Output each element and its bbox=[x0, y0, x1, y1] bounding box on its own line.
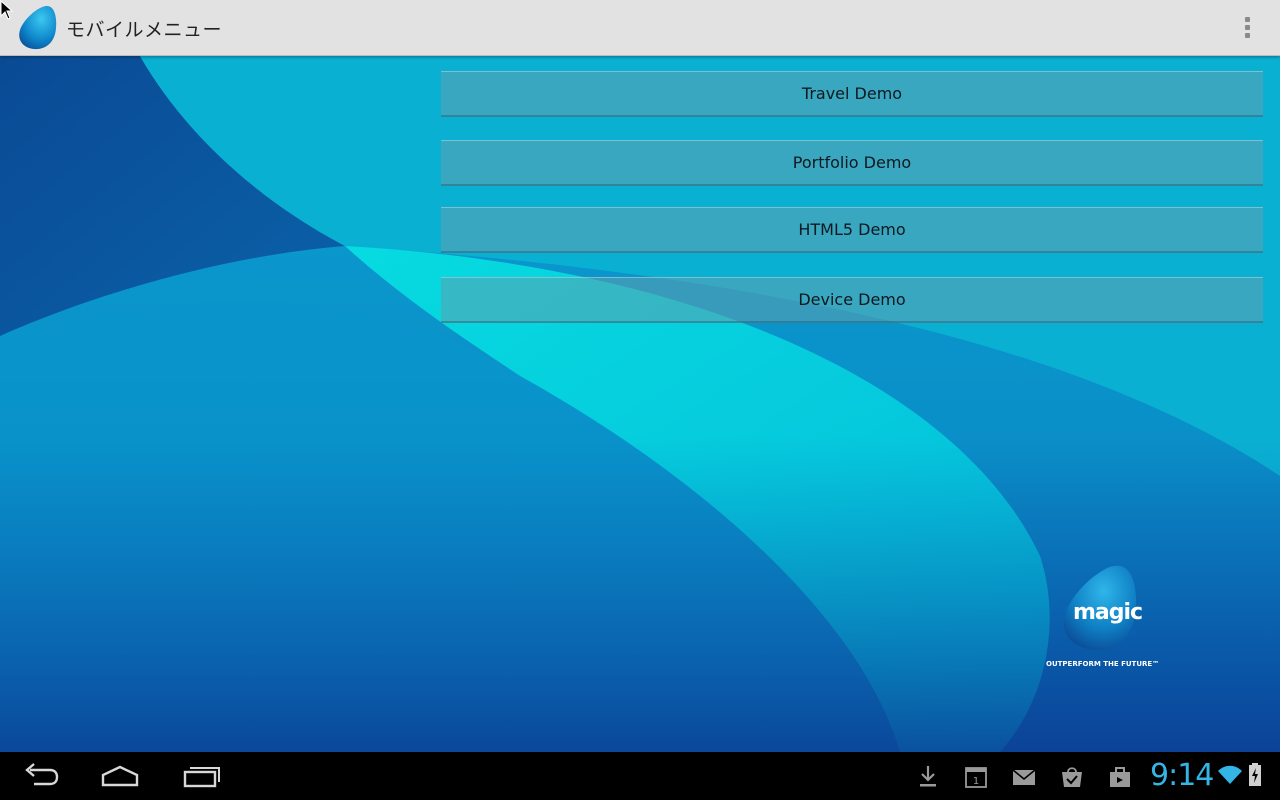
html5-demo-button[interactable]: HTML5 Demo bbox=[441, 207, 1263, 253]
wifi-icon bbox=[1218, 765, 1242, 784]
download-icon[interactable] bbox=[918, 764, 938, 790]
battery-charging-icon bbox=[1249, 763, 1261, 786]
app-title: モバイルメニュー bbox=[66, 19, 223, 41]
system-navigation-bar: 1 9:14 bbox=[0, 752, 1280, 800]
store-update-icon[interactable] bbox=[1060, 764, 1084, 790]
home-icon[interactable] bbox=[100, 760, 140, 792]
portfolio-demo-button[interactable]: Portfolio Demo bbox=[441, 140, 1263, 186]
travel-demo-button[interactable]: Travel Demo bbox=[441, 71, 1263, 117]
recent-apps-icon[interactable] bbox=[182, 760, 222, 792]
magic-logo-word: magic bbox=[1073, 600, 1143, 625]
overflow-menu-icon[interactable] bbox=[1232, 12, 1264, 44]
briefcase-icon[interactable] bbox=[1108, 764, 1132, 790]
mail-icon[interactable] bbox=[1012, 764, 1036, 790]
calendar-icon[interactable]: 1 bbox=[964, 764, 988, 790]
magic-drop-icon[interactable] bbox=[14, 2, 60, 52]
action-bar: モバイルメニュー bbox=[0, 0, 1280, 56]
calendar-day: 1 bbox=[973, 776, 979, 787]
back-icon[interactable] bbox=[20, 760, 60, 792]
status-clock: 9:14 bbox=[1150, 758, 1214, 793]
logo-tagline: OUTPERFORM THE FUTURE™ bbox=[1046, 660, 1160, 668]
device-demo-button[interactable]: Device Demo bbox=[441, 277, 1263, 323]
mouse-cursor-icon bbox=[0, 0, 14, 20]
